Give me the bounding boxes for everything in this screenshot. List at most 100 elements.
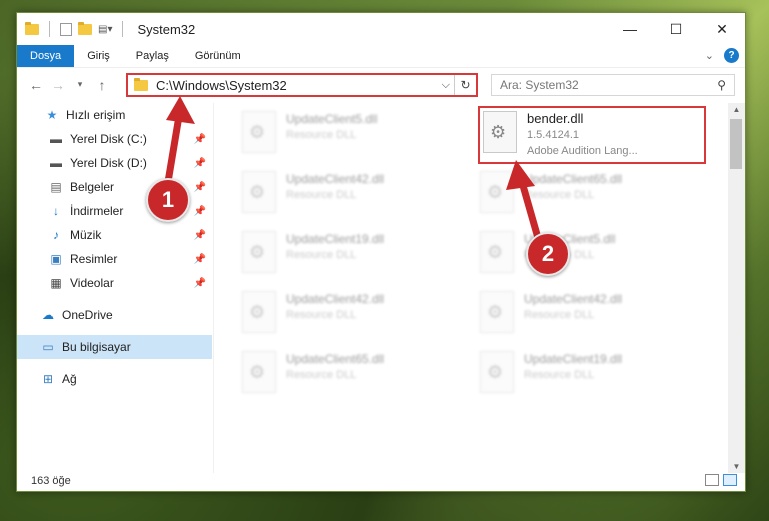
search-icon[interactable]: ⚲ — [717, 78, 726, 92]
music-icon: ♪ — [53, 228, 59, 242]
file-name: UpdateClient65.dll — [524, 172, 623, 186]
file-tile[interactable]: UpdateClient19.dll Resource DLL — [242, 231, 472, 285]
scrollbar-thumb[interactable] — [730, 119, 742, 169]
pictures-icon: ▣ — [50, 252, 62, 266]
new-folder-icon[interactable] — [78, 21, 92, 35]
file-tile[interactable]: UpdateClient19.dll Resource DLL — [480, 351, 710, 405]
properties-icon[interactable] — [60, 22, 72, 36]
tab-giris[interactable]: Giriş — [74, 45, 123, 67]
folder-icon — [25, 21, 39, 35]
file-type: Resource DLL — [286, 249, 357, 261]
explorer-window: ▤▾ System32 — ☐ ✕ Dosya Giriş Paylaş Gör… — [16, 12, 746, 492]
window-title: System32 — [137, 21, 196, 37]
file-tile[interactable]: UpdateClient65.dll Resource DLL — [242, 351, 472, 405]
pin-icon[interactable]: 📌 — [194, 134, 206, 145]
pin-icon[interactable]: 📌 — [194, 158, 206, 169]
file-type: Resource DLL — [524, 189, 595, 201]
sidebar-item-label: Belgeler — [70, 180, 115, 194]
scroll-up-icon[interactable]: ▲ — [728, 105, 745, 114]
file-name: UpdateClient42.dll — [524, 292, 623, 306]
file-list: UpdateClient5.dll Resource DLL bender.dll… — [214, 103, 728, 473]
dll-file-icon — [480, 351, 514, 393]
minimize-button[interactable]: — — [607, 13, 653, 45]
file-tile[interactable]: UpdateClient42.dll Resource DLL — [242, 171, 472, 225]
details-view-icon[interactable] — [705, 474, 719, 486]
title-bar: ▤▾ System32 — ☐ ✕ — [17, 13, 745, 45]
file-tile[interactable]: UpdateClient42.dll Resource DLL — [480, 291, 710, 345]
navigation-bar: ← → ▾ ↑ C:\Windows\System32 ⌵ ↻ Ara: Sys… — [17, 67, 745, 101]
sidebar-item-drive-c[interactable]: ▬ Yerel Disk (C:) 📌 — [17, 127, 212, 151]
dll-file-icon — [480, 231, 514, 273]
sidebar-item-onedrive[interactable]: ☁ OneDrive — [17, 303, 212, 327]
vertical-scrollbar[interactable]: ▲ ▼ — [728, 103, 745, 473]
sidebar-item-label: Ağ — [62, 372, 77, 386]
pin-icon[interactable]: 📌 — [194, 278, 206, 289]
computer-icon: ▭ — [42, 340, 54, 354]
file-version: 1.5.4124.1 — [527, 129, 579, 141]
sidebar-item-drive-d[interactable]: ▬ Yerel Disk (D:) 📌 — [17, 151, 212, 175]
sidebar-item-label: Bu bilgisayar — [62, 340, 131, 354]
back-arrow-icon[interactable]: ← — [25, 77, 47, 93]
dll-file-icon — [242, 231, 276, 273]
file-tile[interactable]: UpdateClient42.dll Resource DLL — [242, 291, 472, 345]
file-tile[interactable]: UpdateClient5.dllResource DLL — [242, 111, 472, 165]
file-tile[interactable]: UpdateClient65.dll Resource DLL — [480, 171, 710, 225]
file-tile-bender-dll[interactable]: bender.dll 1.5.4124.1 Adobe Audition Lang.… — [478, 106, 706, 164]
quick-access-toolbar: ▤▾ — [25, 21, 127, 37]
sidebar-item-this-pc[interactable]: ▭ Bu bilgisayar — [17, 335, 212, 359]
sidebar-item-quick-access[interactable]: ★ Hızlı erişim — [17, 103, 212, 127]
dll-file-icon — [480, 291, 514, 333]
dll-file-icon — [483, 111, 517, 153]
file-name: UpdateClient42.dll — [286, 172, 385, 186]
recent-locations-icon[interactable]: ▾ — [69, 79, 91, 90]
dll-file-icon — [242, 111, 276, 153]
dll-file-icon — [480, 171, 514, 213]
file-type: Resource DLL — [524, 369, 595, 381]
sidebar-item-videos[interactable]: ▦ Videolar 📌 — [17, 271, 212, 295]
ribbon-tabs: Dosya Giriş Paylaş Görünüm ⌄ ? — [17, 45, 745, 67]
up-arrow-icon[interactable]: ↑ — [91, 77, 113, 93]
maximize-button[interactable]: ☐ — [653, 13, 699, 45]
sidebar-item-label: Resimler — [70, 252, 118, 266]
address-bar[interactable]: C:\Windows\System32 ⌵ ↻ — [126, 73, 478, 97]
sidebar-item-label: İndirmeler — [70, 204, 124, 218]
file-name: UpdateClient19.dll — [524, 352, 623, 366]
network-icon: ⊞ — [42, 372, 54, 386]
forward-arrow-icon[interactable]: → — [47, 77, 69, 93]
sidebar-item-pictures[interactable]: ▣ Resimler 📌 — [17, 247, 212, 271]
expand-ribbon-icon[interactable]: ⌄ — [705, 49, 714, 62]
sidebar-item-label: OneDrive — [62, 308, 113, 322]
pin-icon[interactable]: 📌 — [194, 254, 206, 265]
star-icon: ★ — [46, 108, 58, 122]
file-type: Resource DLL — [286, 189, 357, 201]
tab-dosya[interactable]: Dosya — [17, 45, 75, 67]
customize-icon[interactable]: ▤▾ — [98, 24, 112, 35]
dll-file-icon — [242, 291, 276, 333]
pin-icon[interactable]: 📌 — [194, 182, 206, 193]
sidebar-item-label: Yerel Disk (C:) — [70, 132, 147, 146]
file-type: Resource DLL — [286, 129, 357, 141]
sidebar-item-network[interactable]: ⊞ Ağ — [17, 367, 212, 391]
tab-gorunum[interactable]: Görünüm — [182, 45, 254, 67]
pin-icon[interactable]: 📌 — [194, 230, 206, 241]
search-box[interactable]: Ara: System32 ⚲ — [491, 74, 735, 96]
refresh-icon[interactable]: ↻ — [454, 75, 476, 95]
pin-icon[interactable]: 📌 — [194, 206, 206, 217]
close-button[interactable]: ✕ — [699, 13, 745, 45]
sidebar-item-music[interactable]: ♪ Müzik 📌 — [17, 223, 212, 247]
drive-icon: ▬ — [50, 156, 62, 170]
tab-paylas[interactable]: Paylaş — [123, 45, 182, 67]
help-icon[interactable]: ? — [724, 48, 739, 63]
scroll-down-icon[interactable]: ▼ — [728, 462, 745, 471]
file-tile[interactable]: UpdateClient5.dllResource DLL — [480, 231, 710, 285]
callout-1: 1 — [146, 178, 190, 222]
callout-2: 2 — [526, 232, 570, 276]
file-type: Resource DLL — [524, 309, 595, 321]
sidebar-item-label: Videolar — [70, 276, 114, 290]
file-name: bender.dll — [527, 111, 584, 126]
file-type: Resource DLL — [286, 309, 357, 321]
chevron-down-icon[interactable]: ⌵ — [442, 79, 450, 92]
item-count: 163 öğe — [31, 475, 71, 487]
folder-icon — [134, 77, 148, 91]
tiles-view-icon[interactable] — [723, 474, 737, 486]
